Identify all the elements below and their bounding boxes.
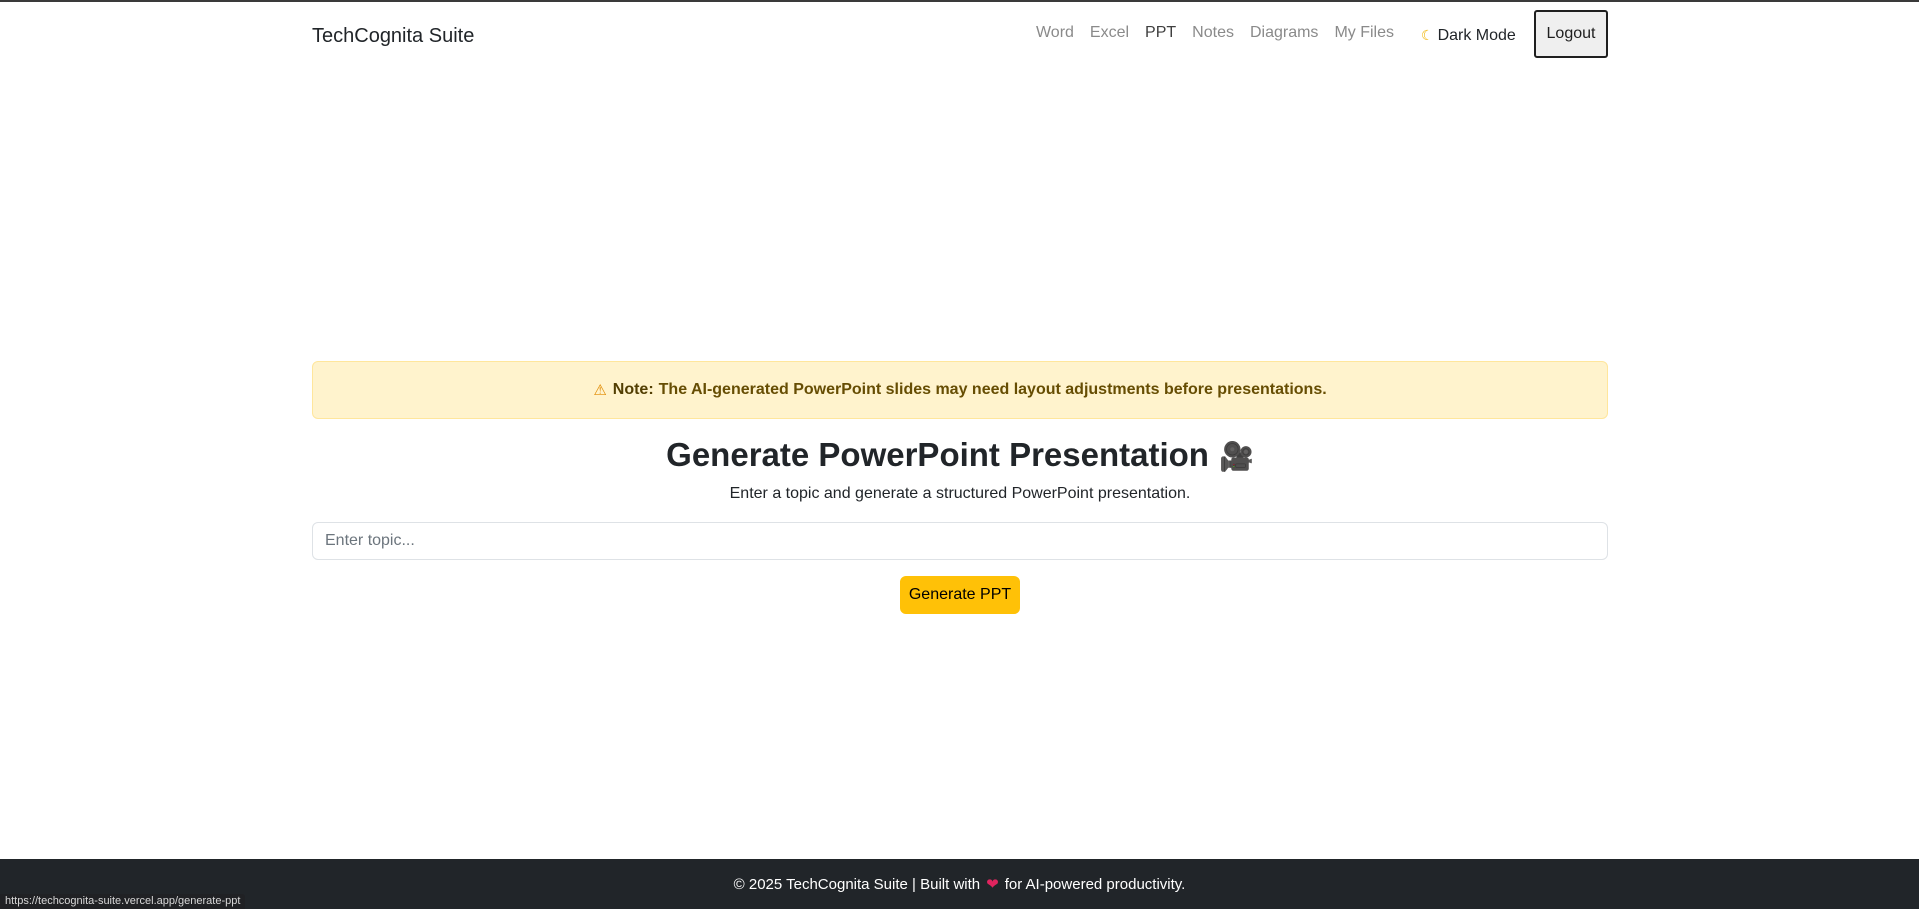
nav-link-ppt[interactable]: PPT: [1145, 22, 1176, 44]
warning-icon: ⚠: [593, 382, 607, 399]
page-title-text: Generate PowerPoint Presentation: [666, 436, 1209, 473]
movie-camera-icon: 🎥: [1218, 441, 1254, 472]
nav-link-notes[interactable]: Notes: [1192, 22, 1234, 44]
nav-link-my-files[interactable]: My Files: [1334, 22, 1394, 44]
page-footer: © 2025 TechCognita Suite | Built with ❤ …: [0, 859, 1919, 909]
alert-note-label: Note:: [612, 381, 654, 398]
logout-button[interactable]: Logout: [1534, 10, 1608, 58]
generate-ppt-button[interactable]: Generate PPT: [900, 576, 1020, 614]
nav-link-excel[interactable]: Excel: [1090, 22, 1129, 44]
nav-link-word[interactable]: Word: [1036, 22, 1074, 44]
nav-link-diagrams[interactable]: Diagrams: [1250, 22, 1318, 44]
page-title: Generate PowerPoint Presentation 🎥: [312, 432, 1608, 480]
page-subtitle: Enter a topic and generate a structured …: [729, 485, 1191, 502]
dark-mode-toggle[interactable]: ☾ Dark Mode: [1421, 24, 1516, 47]
footer-text-after: for AI-powered productivity.: [1004, 875, 1186, 893]
footer-text-before: © 2025 TechCognita Suite | Built with: [733, 875, 981, 893]
dark-mode-label: Dark Mode: [1437, 27, 1516, 44]
status-bar-url: https://techcognita-suite.vercel.app/gen…: [0, 894, 246, 909]
nav-links: Word Excel PPT Notes Diagrams My Files: [1036, 22, 1394, 44]
top-navbar: TechCognita Suite Word Excel PPT Notes D…: [312, 2, 1608, 68]
heart-icon: ❤: [986, 876, 999, 893]
note-alert: ⚠ Note: The AI-generated PowerPoint slid…: [312, 361, 1608, 419]
alert-message: The AI-generated PowerPoint slides may n…: [658, 381, 1327, 398]
brand-link[interactable]: TechCognita Suite: [312, 24, 474, 48]
moon-icon: ☾: [1421, 27, 1434, 43]
topic-input[interactable]: [312, 522, 1608, 560]
